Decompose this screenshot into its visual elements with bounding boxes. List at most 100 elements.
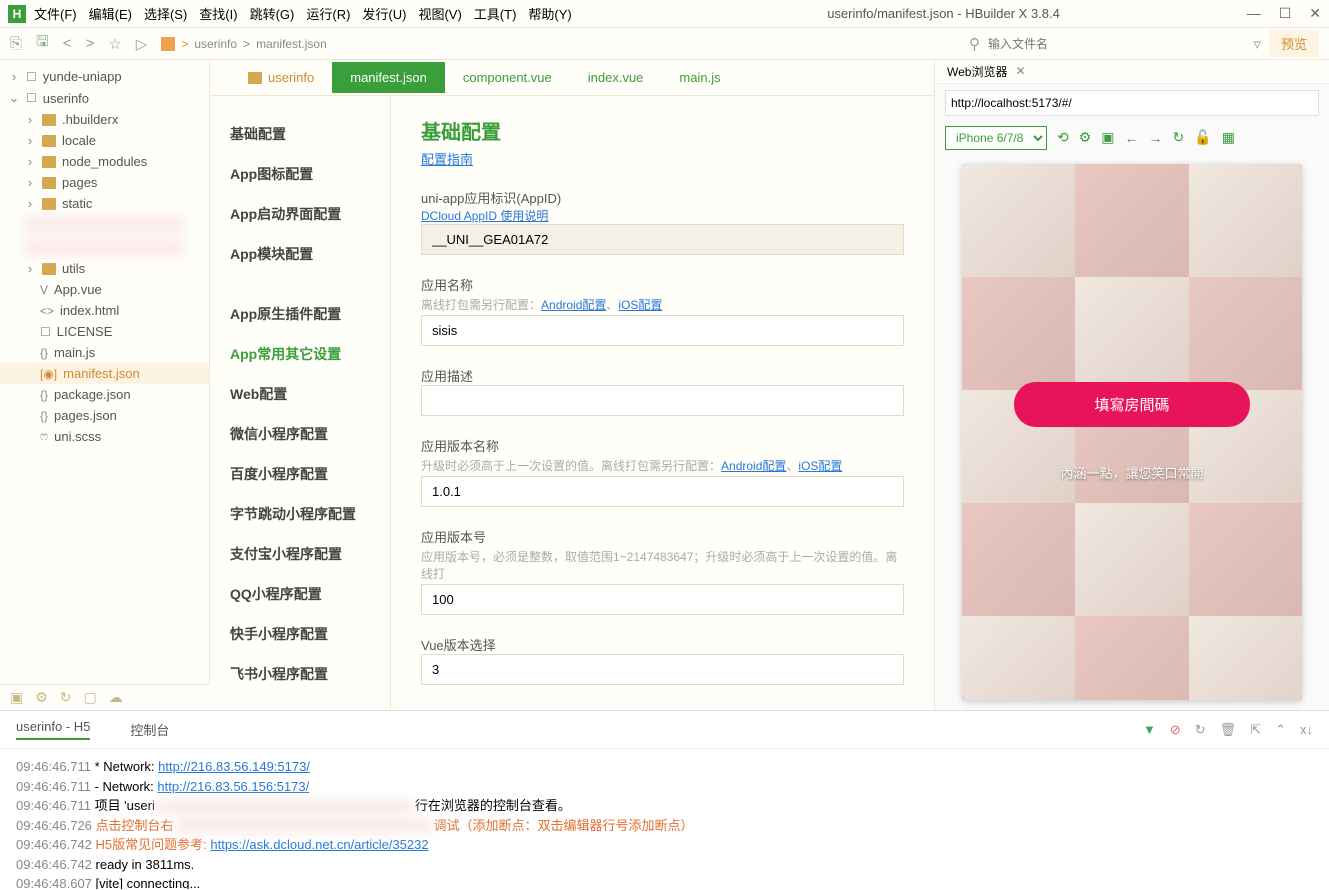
android-config-link[interactable]: Android配置	[541, 298, 606, 312]
rotate-icon[interactable]: ⟲	[1057, 129, 1069, 146]
ios-config-link[interactable]: iOS配置	[618, 298, 662, 312]
preview-close-icon[interactable]: ✕	[1015, 64, 1025, 78]
menu-item[interactable]: 选择(S)	[144, 4, 187, 23]
desc-input[interactable]	[421, 385, 904, 416]
nav-back-icon[interactable]: ←	[1125, 130, 1139, 146]
minimize-button[interactable]: —	[1247, 5, 1261, 22]
menu-item[interactable]: 文件(F)	[34, 4, 77, 23]
editor-tab[interactable]: component.vue	[445, 62, 570, 93]
console-tab-h5[interactable]: userinfo - H5	[16, 719, 90, 740]
android-config-link[interactable]: Android配置	[721, 459, 786, 473]
manifest-nav-item[interactable]: 支付宝小程序配置	[230, 534, 390, 574]
tree-item[interactable]: ›☐yunde-uniapp	[0, 66, 209, 87]
run-icon[interactable]: ▷	[136, 35, 148, 53]
tree-item[interactable]: ›locale	[0, 130, 209, 151]
tree-item[interactable]: ›utils	[0, 258, 209, 279]
preview-url-input[interactable]	[945, 90, 1319, 116]
console-tab-console[interactable]: 控制台	[130, 720, 169, 739]
tree-item[interactable]: ›static	[0, 193, 209, 214]
file-search-input[interactable]	[988, 37, 1188, 51]
filter-icon[interactable]: ▿	[1253, 35, 1261, 53]
tree-item[interactable]: {}main.js	[0, 342, 209, 363]
manifest-nav-item[interactable]: 飞书小程序配置	[230, 654, 390, 694]
manifest-nav-item[interactable]: 微信小程序配置	[230, 414, 390, 454]
vername-input[interactable]	[421, 476, 904, 507]
vue-devtools-icon[interactable]: ▼	[1143, 722, 1156, 738]
explorer-icon[interactable]: ▣	[10, 689, 23, 706]
editor-tab[interactable]: index.vue	[570, 62, 662, 93]
qr-icon[interactable]: ▦	[1222, 129, 1235, 146]
manifest-nav-item[interactable]: QQ小程序配置	[230, 574, 390, 614]
nav-forward-icon[interactable]: →	[1149, 130, 1163, 146]
back-icon[interactable]: <	[63, 35, 72, 52]
tree-item[interactable]: ෆuni.scss	[0, 426, 209, 447]
tree-item[interactable]	[0, 236, 209, 258]
menu-item[interactable]: 发行(U)	[362, 4, 406, 23]
tree-item[interactable]: {}package.json	[0, 384, 209, 405]
appname-input[interactable]	[421, 315, 904, 346]
new-file-icon[interactable]: ⎘	[10, 35, 22, 52]
menu-item[interactable]: 工具(T)	[474, 4, 517, 23]
manifest-nav-item[interactable]: App常用其它设置	[230, 334, 390, 374]
manifest-nav-item[interactable]: App图标配置	[230, 154, 390, 194]
vercode-input[interactable]	[421, 584, 904, 615]
cloud-icon[interactable]: ☁	[109, 689, 123, 706]
vue-version-input[interactable]	[421, 654, 904, 685]
tree-item[interactable]	[0, 214, 209, 236]
manifest-nav-item[interactable]: Web配置	[230, 374, 390, 414]
tree-item[interactable]: ›.hbuilderx	[0, 109, 209, 130]
clear-icon[interactable]: 🗑	[1220, 722, 1237, 738]
bug-icon[interactable]: ⚙	[35, 689, 48, 706]
sync-icon[interactable]: ↻	[60, 689, 72, 706]
config-guide-link[interactable]: 配置指南	[421, 152, 473, 167]
manifest-nav-item[interactable]: 快手小程序配置	[230, 614, 390, 654]
breadcrumb-item[interactable]: manifest.json	[256, 37, 327, 51]
manifest-nav-item[interactable]: 百度小程序配置	[230, 454, 390, 494]
menu-item[interactable]: 视图(V)	[418, 4, 461, 23]
editor-tab[interactable]: userinfo	[230, 62, 332, 93]
forward-icon[interactable]: >	[86, 35, 95, 52]
editor-tab[interactable]: manifest.json	[332, 62, 445, 93]
appid-input[interactable]	[421, 224, 904, 255]
lock-icon[interactable]: 🔓	[1194, 129, 1211, 146]
menu-item[interactable]: 编辑(E)	[89, 4, 132, 23]
restart-icon[interactable]: ↻	[1195, 722, 1206, 738]
manifest-nav-item[interactable]: 字节跳动小程序配置	[230, 494, 390, 534]
room-code-button[interactable]: 填寫房間碼	[1014, 382, 1249, 427]
device-select[interactable]: iPhone 6/7/8	[945, 126, 1047, 150]
close-console-icon[interactable]: x↓	[1300, 722, 1313, 738]
tree-item[interactable]: ›node_modules	[0, 151, 209, 172]
manifest-nav-item[interactable]: App启动界面配置	[230, 194, 390, 234]
manifest-nav-item[interactable]: App模块配置	[230, 234, 390, 274]
tree-item[interactable]: [◉]manifest.json	[0, 363, 209, 384]
tree-item[interactable]: ☐LICENSE	[0, 321, 209, 342]
menu-item[interactable]: 查找(I)	[199, 4, 237, 23]
export-icon[interactable]: ⇱	[1250, 722, 1261, 738]
tree-item[interactable]: VApp.vue	[0, 279, 209, 300]
preview-button[interactable]: 预览	[1269, 30, 1319, 57]
box-icon[interactable]: ▢	[84, 689, 97, 706]
tree-item[interactable]: ⌄☐userinfo	[0, 87, 209, 109]
reload-icon[interactable]: ↻	[1173, 129, 1185, 146]
screenshot-icon[interactable]: ▣	[1101, 129, 1114, 146]
save-icon[interactable]: 🖫	[36, 31, 49, 56]
tree-item[interactable]: <>index.html	[0, 300, 209, 321]
ios-config-link[interactable]: iOS配置	[798, 459, 842, 473]
breadcrumb-item[interactable]: userinfo	[194, 37, 237, 51]
maximize-button[interactable]: ☐	[1279, 5, 1292, 22]
collapse-icon[interactable]: ⌃	[1275, 722, 1286, 738]
menu-item[interactable]: 运行(R)	[306, 4, 350, 23]
preview-tab-label[interactable]: Web浏览器	[947, 63, 1007, 80]
tree-item[interactable]: {}pages.json	[0, 405, 209, 426]
search-icon[interactable]: ⚲	[969, 35, 980, 53]
manifest-nav-item[interactable]: 基础配置	[230, 114, 390, 154]
settings-icon[interactable]: ⚙	[1079, 129, 1092, 146]
star-icon[interactable]: ☆	[108, 35, 121, 53]
stop-icon[interactable]: ⊘	[1170, 722, 1181, 738]
manifest-nav-item[interactable]: App原生插件配置	[230, 294, 390, 334]
appid-help-link[interactable]: DCloud AppID 使用说明	[421, 209, 548, 223]
menu-item[interactable]: 帮助(Y)	[528, 4, 571, 23]
tree-item[interactable]: ›pages	[0, 172, 209, 193]
editor-tab[interactable]: main.js	[661, 62, 738, 93]
close-button[interactable]: ✕	[1309, 5, 1321, 22]
